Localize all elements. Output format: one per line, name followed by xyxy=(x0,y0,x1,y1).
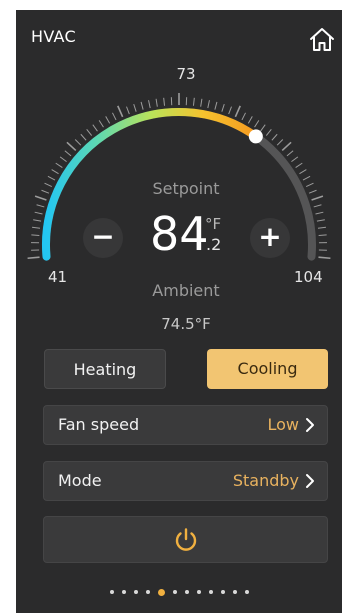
gauge-max-label: 104 xyxy=(294,268,323,286)
fan-speed-label: Fan speed xyxy=(58,415,140,434)
fan-speed-value: Low xyxy=(267,415,299,434)
gauge-tick xyxy=(34,195,47,201)
page-dot[interactable] xyxy=(145,590,150,594)
gauge-tick xyxy=(31,234,40,236)
gauge-tick xyxy=(80,133,87,141)
gauge-tick xyxy=(64,150,72,157)
gauge-tick xyxy=(32,226,41,229)
gauge-tick xyxy=(133,103,137,112)
hvac-panel: HVAC 73 41 104 Setpoint − 84 °F .2 + Amb… xyxy=(16,10,342,613)
gauge-tick xyxy=(126,106,130,115)
gauge-tick xyxy=(302,175,311,181)
gauge-tick xyxy=(92,124,98,132)
gauge-tick xyxy=(34,211,43,215)
gauge-tick xyxy=(155,98,158,107)
gauge-tick xyxy=(207,100,210,109)
gauge-tick xyxy=(55,162,63,168)
gauge-tick xyxy=(299,169,307,175)
gauge-tick xyxy=(221,103,225,112)
page-dot[interactable] xyxy=(172,590,177,594)
gauge-tick xyxy=(281,141,292,152)
gauge-tick xyxy=(86,129,93,136)
gauge-tick xyxy=(234,105,241,118)
gauge-tick xyxy=(241,112,246,121)
gauge-tick xyxy=(112,112,117,121)
gauge-tick xyxy=(305,182,314,187)
gauge-min-label: 41 xyxy=(48,268,68,286)
gauge-tick xyxy=(51,169,59,175)
gauge-tick xyxy=(276,139,284,146)
gauge-tick xyxy=(163,97,166,106)
gauge-tick xyxy=(59,156,67,163)
gauge-tick xyxy=(308,189,317,194)
gauge-tick xyxy=(98,120,104,128)
gauge-tick xyxy=(36,204,45,208)
page-dot[interactable] xyxy=(196,590,201,594)
gauge-tick xyxy=(148,100,151,109)
gauge-tick xyxy=(316,219,325,222)
gauge-tick xyxy=(271,133,278,141)
fan-speed-row[interactable]: Fan speed Low xyxy=(43,405,328,445)
gauge-tick xyxy=(228,106,232,115)
decrease-setpoint-button[interactable]: − xyxy=(83,218,123,258)
heating-button[interactable]: Heating xyxy=(44,349,166,389)
page-dot[interactable] xyxy=(232,590,237,594)
gauge-tick xyxy=(291,156,299,163)
page-dot[interactable] xyxy=(184,590,189,594)
temperature-gauge[interactable] xyxy=(16,10,342,310)
gauge-tick xyxy=(214,101,218,110)
mode-label: Mode xyxy=(58,471,102,490)
gauge-tick xyxy=(318,256,331,260)
gauge-tick xyxy=(117,105,124,118)
gauge-tick xyxy=(260,124,266,132)
page-dot[interactable] xyxy=(208,590,213,594)
gauge-tick xyxy=(200,98,203,107)
gauge-tick xyxy=(247,116,253,124)
setpoint-fraction: .2 xyxy=(206,235,222,254)
gauge-tick xyxy=(33,219,42,222)
gauge-tick xyxy=(44,182,53,187)
mode-row[interactable]: Mode Standby xyxy=(43,461,328,501)
gauge-tick xyxy=(315,211,324,215)
cooling-button[interactable]: Cooling xyxy=(207,349,328,389)
page-dot[interactable] xyxy=(109,590,114,594)
increase-setpoint-button[interactable]: + xyxy=(250,218,290,258)
gauge-tick xyxy=(27,256,40,260)
gauge-tick xyxy=(105,116,111,124)
power-button[interactable] xyxy=(43,516,328,563)
gauge-tick xyxy=(295,162,303,168)
mode-value: Standby xyxy=(232,471,299,490)
chevron-right-icon xyxy=(306,418,314,432)
setpoint-value: 84 xyxy=(150,207,209,261)
page-dot[interactable] xyxy=(244,590,249,594)
gauge-tick xyxy=(313,204,322,208)
page-indicator[interactable] xyxy=(16,587,342,597)
gauge-tick xyxy=(265,129,272,136)
gauge-tick xyxy=(192,97,195,106)
power-icon xyxy=(175,528,197,551)
gauge-tick xyxy=(47,175,56,181)
gauge-tick xyxy=(311,195,324,201)
gauge-tick xyxy=(254,120,260,128)
gauge-mid-label: 73 xyxy=(176,65,196,83)
gauge-tick xyxy=(41,189,50,194)
page-dot[interactable] xyxy=(121,590,126,594)
page-dot[interactable] xyxy=(133,590,138,594)
gauge-tick xyxy=(318,234,327,236)
chevron-right-icon xyxy=(306,474,314,488)
ambient-value: 74.5°F xyxy=(161,315,211,333)
gauge-tick xyxy=(66,141,77,152)
page-dot-active[interactable] xyxy=(157,588,165,596)
ambient-label: Ambient xyxy=(152,281,220,300)
gauge-tick xyxy=(140,101,144,110)
page-dot[interactable] xyxy=(220,590,225,594)
gauge-tick xyxy=(317,226,326,229)
gauge-tick xyxy=(74,139,82,146)
gauge-handle xyxy=(248,129,263,144)
setpoint-label: Setpoint xyxy=(152,179,220,198)
gauge-tick xyxy=(286,150,294,157)
setpoint-unit: °F xyxy=(205,215,222,233)
